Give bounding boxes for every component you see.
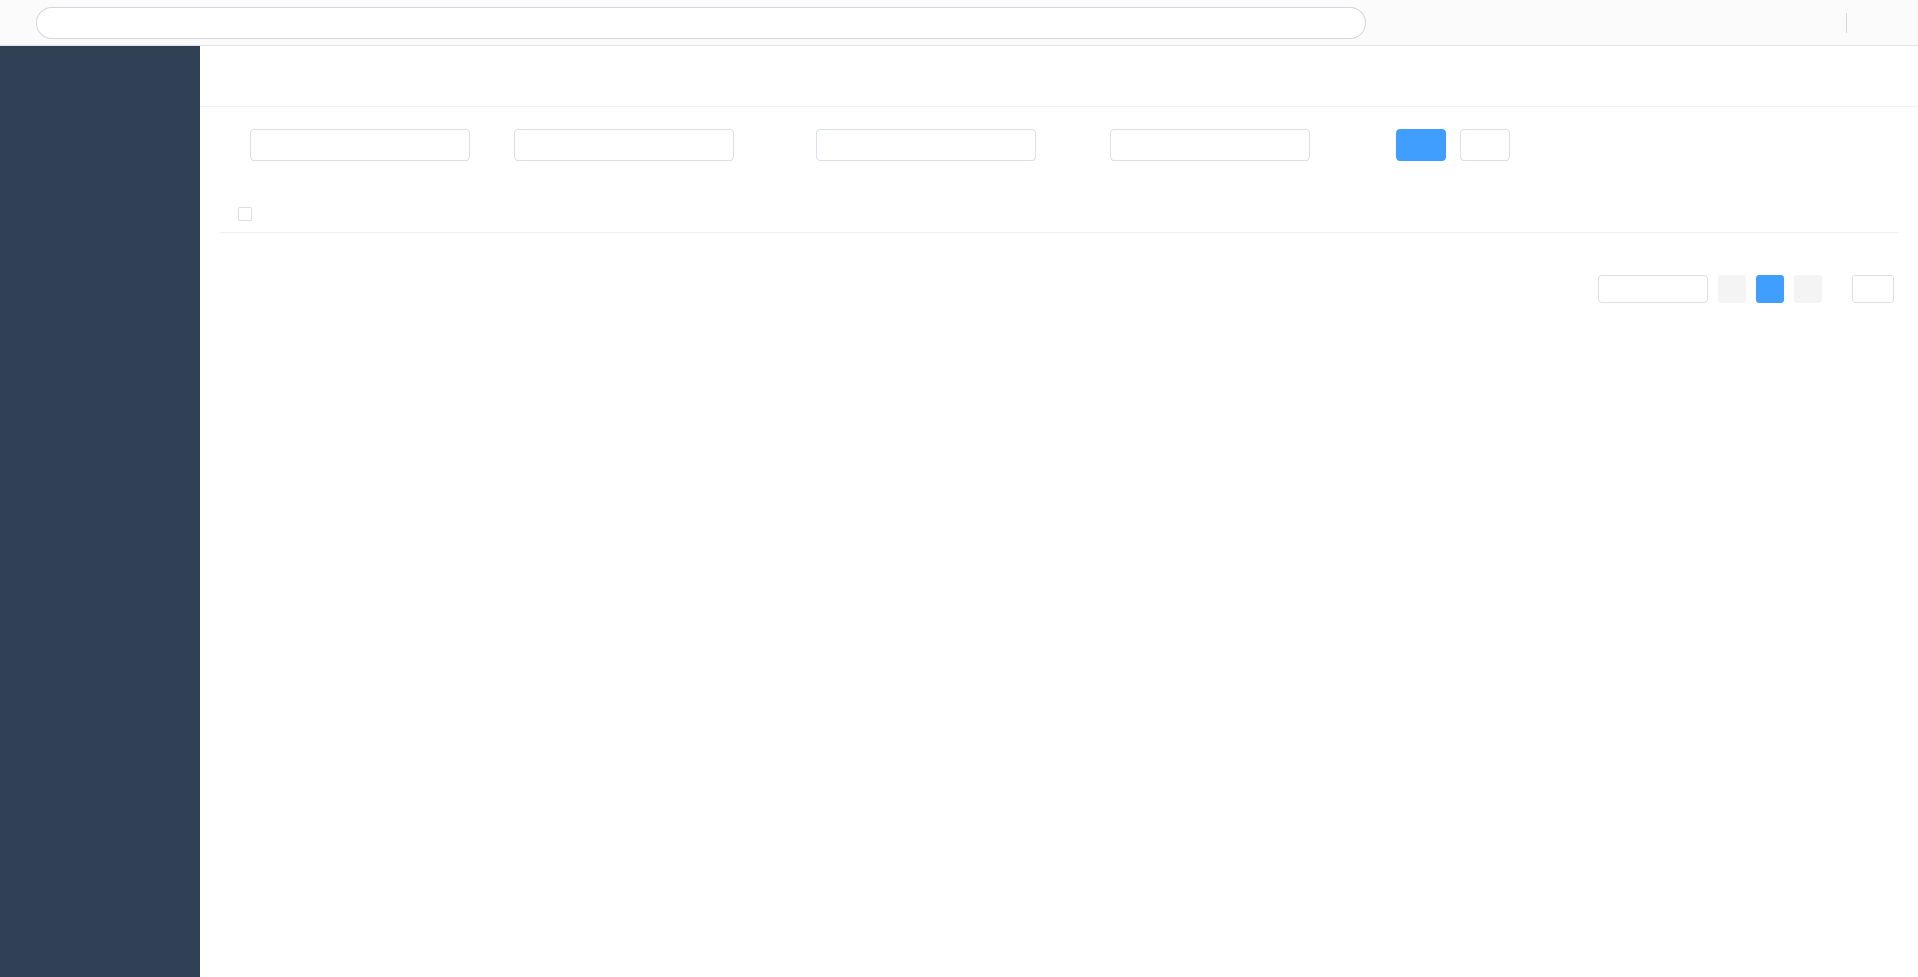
filter-bar [200, 107, 1918, 161]
dict-name-input[interactable] [250, 129, 470, 161]
refresh-icon [1475, 138, 1489, 152]
sidebar [0, 46, 200, 977]
date-range-picker[interactable] [1110, 129, 1310, 161]
chevron-left-icon [1726, 283, 1739, 296]
pagination [220, 275, 1904, 303]
browser-toolbar [0, 0, 1918, 46]
app-logo [0, 46, 200, 100]
dict-type-input[interactable] [514, 129, 734, 161]
reset-button[interactable] [1460, 129, 1510, 161]
dict-table [220, 195, 1898, 233]
search-button[interactable] [1396, 129, 1446, 161]
chevron-down-icon [1010, 139, 1023, 152]
chevron-right-icon [1802, 283, 1815, 296]
sidebar-menu [0, 100, 200, 977]
prev-page-button[interactable] [1718, 275, 1746, 303]
table-toolbar [200, 161, 1918, 195]
status-select[interactable] [816, 129, 1036, 161]
goto-page-input[interactable] [1852, 275, 1894, 303]
search-icon [1411, 138, 1425, 152]
address-bar[interactable] [36, 7, 1366, 39]
calendar-icon [1189, 138, 1204, 153]
page-number-button[interactable] [1756, 275, 1784, 303]
user-avatar[interactable] [1844, 57, 1871, 84]
lock-icon [51, 15, 66, 30]
app-topbar [200, 46, 1918, 94]
table-header-row [220, 195, 1898, 233]
chevron-down-icon [1651, 283, 1663, 295]
avatar-caret-icon [1888, 66, 1898, 76]
select-all-checkbox[interactable] [238, 207, 252, 221]
main-content [200, 46, 1918, 977]
copilot-icon[interactable] [1875, 8, 1904, 37]
next-page-button[interactable] [1794, 275, 1822, 303]
hamburger-icon[interactable] [220, 61, 239, 80]
tag-tabs [200, 94, 1918, 107]
toolbar-divider [1846, 13, 1847, 33]
leaf-icon [24, 60, 50, 86]
page-size-select[interactable] [1598, 275, 1708, 303]
topbar-actions [1840, 57, 1898, 84]
